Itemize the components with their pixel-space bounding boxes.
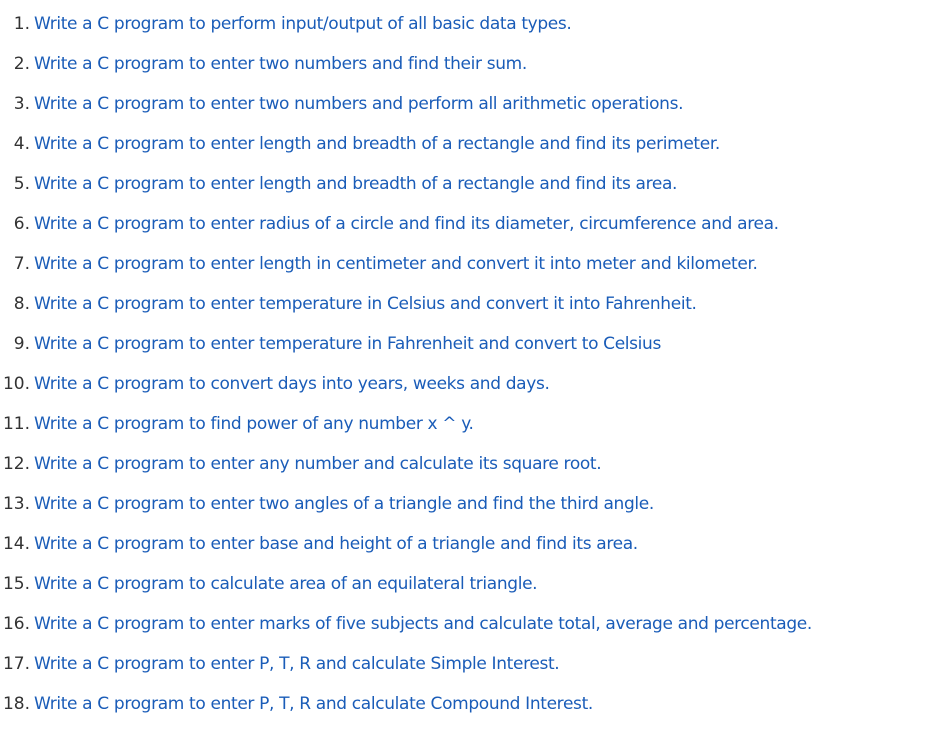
item-number: 1. [13,14,30,34]
item-number: 4. [13,134,30,154]
exercise-link[interactable]: Write a C program to enter length in cen… [34,249,758,279]
list-item: 7. Write a C program to enter length in … [0,249,936,289]
list-item: 14. Write a C program to enter base and … [0,529,936,569]
exercise-link[interactable]: Write a C program to enter any number an… [34,449,602,479]
item-number: 3. [13,94,30,114]
exercise-link[interactable]: Write a C program to enter temperature i… [34,329,661,359]
item-number: 14. [2,534,30,554]
list-item: 12. Write a C program to enter any numbe… [0,449,936,489]
item-number: 12. [2,454,30,474]
list-item: 18. Write a C program to enter P, T, R a… [0,689,936,729]
item-number: 16. [2,614,30,634]
item-number: 7. [13,254,30,274]
exercise-link[interactable]: Write a C program to enter length and br… [34,129,720,159]
item-number: 17. [2,654,30,674]
exercise-link[interactable]: Write a C program to convert days into y… [34,369,550,399]
exercise-link[interactable]: Write a C program to enter base and heig… [34,529,638,559]
exercise-link[interactable]: Write a C program to enter P, T, R and c… [34,649,560,679]
exercise-link[interactable]: Write a C program to enter P, T, R and c… [34,689,593,719]
item-number: 9. [13,334,30,354]
list-item: 17. Write a C program to enter P, T, R a… [0,649,936,689]
item-number: 5. [13,174,30,194]
list-item: 8. Write a C program to enter temperatur… [0,289,936,329]
list-item: 13. Write a C program to enter two angle… [0,489,936,529]
item-number: 8. [13,294,30,314]
list-item: 11. Write a C program to find power of a… [0,409,936,449]
exercise-link[interactable]: Write a C program to enter two numbers a… [34,49,527,79]
exercise-link[interactable]: Write a C program to enter length and br… [34,169,677,199]
list-item: 3. Write a C program to enter two number… [0,89,936,129]
list-item: 15. Write a C program to calculate area … [0,569,936,609]
list-item: 9. Write a C program to enter temperatur… [0,329,936,369]
list-item: 2. Write a C program to enter two number… [0,49,936,89]
exercise-link[interactable]: Write a C program to perform input/outpu… [34,9,572,39]
exercise-link[interactable]: Write a C program to enter marks of five… [34,609,812,639]
item-number: 10. [2,374,30,394]
item-number: 11. [2,414,30,434]
exercise-link[interactable]: Write a C program to enter radius of a c… [34,209,779,239]
item-number: 15. [2,574,30,594]
item-number: 6. [13,214,30,234]
item-number: 18. [2,694,30,714]
list-item: 6. Write a C program to enter radius of … [0,209,936,249]
item-number: 13. [2,494,30,514]
exercise-link[interactable]: Write a C program to enter two numbers a… [34,89,684,119]
exercise-link[interactable]: Write a C program to find power of any n… [34,409,474,439]
list-item: 1. Write a C program to perform input/ou… [0,9,936,49]
exercise-link[interactable]: Write a C program to enter two angles of… [34,489,654,519]
list-item: 5. Write a C program to enter length and… [0,169,936,209]
exercise-link[interactable]: Write a C program to enter temperature i… [34,289,697,319]
exercise-list: 1. Write a C program to perform input/ou… [0,9,936,729]
exercise-link[interactable]: Write a C program to calculate area of a… [34,569,538,599]
list-item: 16. Write a C program to enter marks of … [0,609,936,649]
list-item: 10. Write a C program to convert days in… [0,369,936,409]
item-number: 2. [13,54,30,74]
list-item: 4. Write a C program to enter length and… [0,129,936,169]
